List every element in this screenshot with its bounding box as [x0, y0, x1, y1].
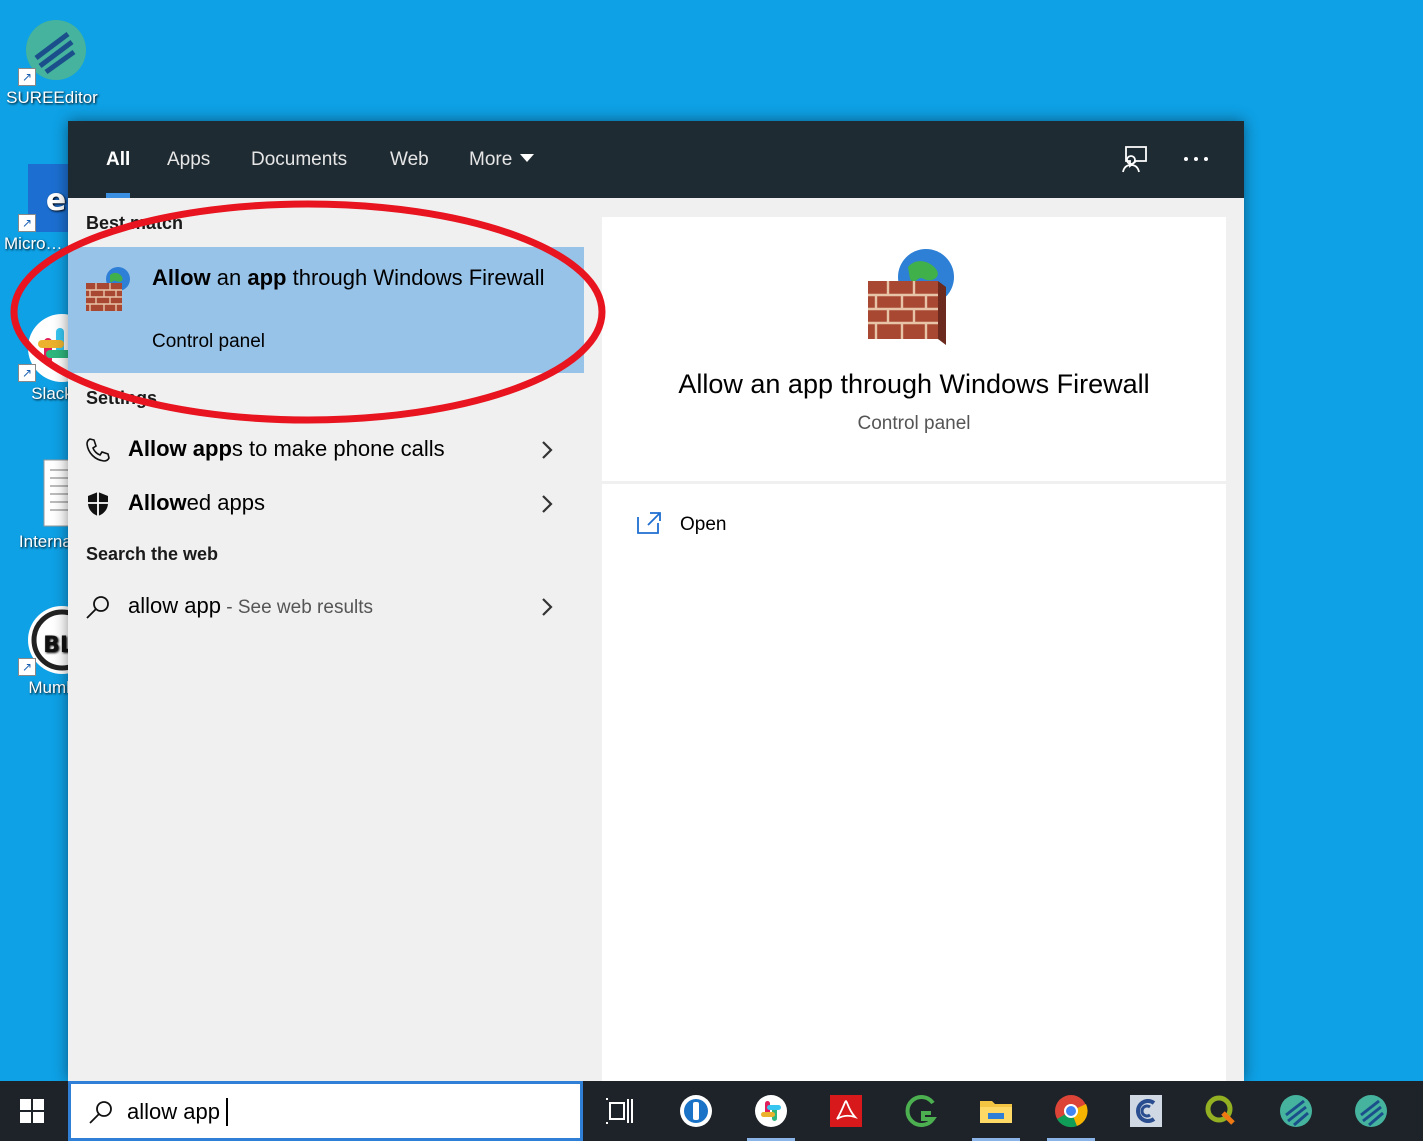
tab-label: More — [469, 149, 513, 170]
tab-documents[interactable]: Documents — [251, 121, 347, 198]
tab-label: Web — [390, 149, 429, 170]
taskbar-sureeditor[interactable] — [1262, 1081, 1330, 1141]
divider — [602, 481, 1226, 484]
section-best-match: Best match — [86, 213, 184, 233]
start-button[interactable] — [0, 1081, 64, 1141]
preview-pane: Allow an app through Windows Firewall Co… — [602, 217, 1226, 1081]
tab-more[interactable]: More — [469, 121, 535, 198]
file-explorer-icon — [980, 1101, 1012, 1123]
desktop-icon-label: SUREEditor — [6, 88, 98, 107]
taskbar-ccleaner[interactable] — [1112, 1081, 1180, 1141]
tab-label: Apps — [167, 149, 211, 170]
phone-icon — [84, 436, 112, 464]
1password-icon — [680, 1095, 712, 1127]
preview-title: Allow an app through Windows Firewall — [678, 369, 1150, 399]
best-match-subtitle: Control panel — [152, 331, 266, 352]
taskbar — [0, 1081, 1423, 1141]
search-tab-bar: All Apps Documents Web More — [68, 121, 1244, 198]
svg-text:e: e — [46, 183, 66, 218]
result-label: Allow apps to make phone calls — [128, 436, 445, 461]
task-view-icon — [606, 1098, 633, 1124]
gimp-icon — [905, 1095, 937, 1127]
result-web-search[interactable]: allow app - See web results — [68, 583, 584, 631]
open-label: Open — [680, 514, 727, 535]
shortcut-arrow-icon: ↗ — [18, 214, 36, 232]
desktop-icon-sureeditor[interactable]: ↗ SUREEditor — [4, 14, 100, 108]
taskbar-task-view[interactable] — [586, 1081, 654, 1141]
result-phone-calls[interactable]: Allow apps to make phone calls — [68, 426, 584, 474]
best-match-title: Allow an app through Windows Firewall — [152, 265, 545, 290]
taskbar-search-box[interactable] — [68, 1081, 583, 1141]
tab-all[interactable]: All — [106, 121, 131, 198]
chrome-icon — [1055, 1095, 1088, 1128]
search-panel: All Apps Documents Web More Best match A… — [68, 121, 1244, 1081]
windows-logo-icon — [20, 1099, 44, 1123]
feedback-icon[interactable] — [1118, 143, 1150, 175]
taskbar-chrome[interactable] — [1037, 1081, 1105, 1141]
ccleaner-icon — [1130, 1095, 1162, 1127]
taskbar-qgis[interactable] — [1187, 1081, 1255, 1141]
more-options-icon[interactable] — [1180, 143, 1212, 175]
text-cursor — [226, 1098, 228, 1126]
taskbar-file-explorer[interactable] — [962, 1081, 1030, 1141]
tab-label: All — [106, 149, 131, 170]
shortcut-arrow-icon: ↗ — [18, 364, 36, 382]
section-settings: Settings — [86, 388, 158, 408]
shield-icon — [84, 490, 112, 518]
tab-web[interactable]: Web — [390, 121, 429, 198]
search-icon — [87, 1098, 115, 1126]
taskbar-gimp[interactable] — [887, 1081, 955, 1141]
tab-label: Documents — [251, 149, 348, 170]
results-list: Best match Allow an app through Windows … — [68, 198, 584, 1081]
section-search-web: Search the web — [86, 544, 219, 564]
taskbar-acrobat[interactable] — [812, 1081, 880, 1141]
best-match-result[interactable]: Allow an app through Windows Firewall Co… — [68, 247, 584, 373]
chevron-right-icon[interactable] — [538, 490, 556, 518]
preview-subtitle: Control panel — [857, 413, 971, 434]
chevron-down-icon — [520, 154, 535, 162]
shortcut-arrow-icon: ↗ — [18, 658, 36, 676]
tab-apps[interactable]: Apps — [167, 121, 210, 198]
firewall-icon — [864, 247, 964, 347]
taskbar-slack[interactable] — [737, 1081, 805, 1141]
sureeditor-icon — [1280, 1095, 1312, 1127]
slack-icon — [755, 1095, 787, 1127]
sureeditor-icon: ↗ — [16, 14, 88, 86]
qgis-icon — [1205, 1095, 1235, 1125]
search-input[interactable] — [127, 1094, 557, 1130]
search-icon — [84, 593, 112, 621]
result-label: allow app - See web results — [128, 593, 374, 618]
taskbar-sureeditor-2[interactable] — [1337, 1081, 1405, 1141]
result-label: Allowed apps — [128, 490, 265, 515]
acrobat-icon — [830, 1095, 862, 1127]
chevron-right-icon[interactable] — [538, 593, 556, 621]
result-allowed-apps[interactable]: Allowed apps — [68, 480, 584, 528]
chevron-right-icon[interactable] — [538, 436, 556, 464]
sureeditor-icon — [1355, 1095, 1387, 1127]
firewall-icon — [84, 265, 134, 315]
shortcut-arrow-icon: ↗ — [18, 68, 36, 86]
taskbar-1password[interactable] — [662, 1081, 730, 1141]
open-icon — [636, 511, 662, 535]
